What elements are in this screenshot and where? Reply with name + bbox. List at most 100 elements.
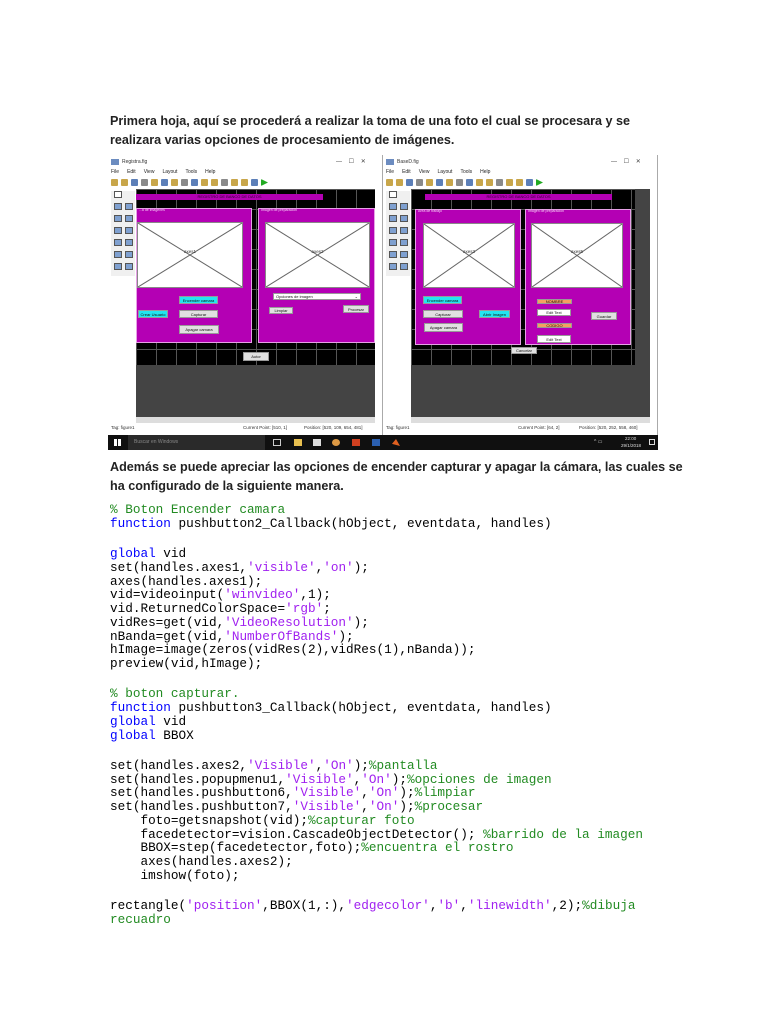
code-comment: %dibuja — [582, 898, 636, 913]
code-text: ); — [338, 628, 354, 644]
code-text: set(handles.pushbutton7, — [110, 799, 293, 814]
codigo-edit-text[interactable]: Edit Text — [537, 335, 571, 343]
toolbar[interactable] — [386, 179, 543, 188]
code-text: BBOX — [155, 727, 194, 743]
opciones-imagen-popup[interactable]: Opciones de imagen ⌄ — [273, 293, 361, 300]
explain-line: Además se puede apreciar las opciones de… — [110, 460, 683, 474]
notifications-icon[interactable] — [649, 439, 655, 445]
store-icon[interactable] — [313, 439, 321, 446]
menu-file[interactable]: File — [386, 169, 394, 175]
code-string: 'Visible' — [247, 757, 316, 773]
code-text: pushbutton2_Callback(hObject, eventdata,… — [170, 515, 552, 531]
abrir-imagen-button[interactable]: Abrir Imagen — [479, 310, 510, 318]
encender-camara-button[interactable]: Encender camara — [179, 296, 218, 304]
file-explorer-icon[interactable] — [294, 439, 302, 446]
component-palette[interactable] — [386, 191, 410, 276]
menu-edit[interactable]: Edit — [127, 169, 136, 175]
code-text: BBOX=step(facedetector,foto); — [110, 840, 362, 856]
task-view-icon[interactable] — [273, 439, 281, 446]
component-palette[interactable] — [111, 191, 135, 276]
menu-bar: File Edit View Layout Tools Help — [386, 169, 490, 175]
menu-layout[interactable]: Layout — [162, 169, 177, 175]
axes5-placeholder: axes5 — [531, 223, 623, 288]
code-line: global vid — [110, 714, 643, 729]
status-tag: Tag: figure1 — [386, 425, 410, 430]
code-text: ,BBOX(1,:), — [262, 898, 347, 913]
apagar-camara-button[interactable]: Apagar camara — [424, 323, 463, 332]
code-text: set(handles.axes1, — [110, 559, 248, 575]
status-current-point: Current Point: [510, 1] — [243, 425, 288, 430]
code-line: nBanda=get(vid,'NumberOfBands'); — [110, 628, 643, 644]
code-line: axes(handles.axes2); — [110, 855, 643, 869]
menu-layout[interactable]: Layout — [437, 169, 452, 175]
explain-line: ha configurado de la siguiente manera. — [110, 478, 344, 493]
code-comment: % boton capturar. — [110, 686, 240, 702]
toolbar[interactable] — [111, 179, 268, 188]
windows-start-icon[interactable] — [114, 439, 121, 446]
cancelar-button[interactable]: Cancelar — [511, 347, 537, 354]
chrome-icon[interactable] — [332, 439, 340, 446]
code-line: hImage=image(zeros(vidRes(2),vidRes(1),n… — [110, 643, 643, 657]
limpiar-button[interactable]: Limpiar — [269, 307, 293, 314]
chevron-down-icon: ⌄ — [354, 294, 358, 299]
app-icon — [111, 159, 119, 165]
window-title: BaseD.fig — [397, 159, 419, 165]
menu-view[interactable]: View — [144, 169, 155, 175]
menu-help[interactable]: Help — [480, 169, 490, 175]
word-icon[interactable] — [372, 439, 380, 446]
run-icon — [261, 179, 268, 186]
code-text: ); — [353, 559, 369, 575]
procesar-button[interactable]: Procesar — [343, 305, 369, 313]
menu-file[interactable]: File — [111, 169, 119, 175]
nombre-label: NOMBRE — [537, 299, 572, 304]
explain-paragraph: Además se puede apreciar las opciones de… — [110, 458, 683, 495]
code-line: vid=videoinput('winvideo',1); — [110, 588, 643, 602]
guide-window-based: BaseD.fig — ☐ ✕ File Edit View Layout Tools H… — [383, 155, 658, 435]
powerpoint-icon[interactable] — [352, 439, 360, 446]
window-controls[interactable]: — ☐ ✕ — [336, 158, 366, 165]
menu-tools[interactable]: Tools — [460, 169, 472, 175]
code-text: set(handles.axes2, — [110, 757, 248, 773]
capturar-button[interactable]: Capturar — [423, 310, 463, 318]
guardar-button[interactable]: Guardar — [591, 312, 617, 320]
autor-button[interactable]: Autor — [243, 352, 269, 361]
window-controls[interactable]: — ☐ ✕ — [611, 158, 641, 165]
encender-camara-button[interactable]: Encender camara — [423, 296, 462, 304]
clock-date: 29/1/2018 — [621, 443, 642, 448]
code-text: ,2); — [551, 898, 583, 913]
menu-view[interactable]: View — [419, 169, 430, 175]
nombre-edit-text[interactable]: Edit Text — [537, 309, 571, 316]
code-text: ); — [353, 757, 369, 773]
horizontal-scrollbar[interactable] — [411, 417, 650, 423]
capturar-button[interactable]: Capturar — [179, 310, 218, 318]
code-text: set(handles.popupmenu1, — [110, 771, 286, 787]
crear-usuario-button[interactable]: Crear Usuario — [138, 310, 168, 318]
menu-tools[interactable]: Tools — [185, 169, 197, 175]
taskbar-search-input[interactable]: Buscar en Windows — [128, 435, 265, 450]
horizontal-scrollbar[interactable] — [136, 417, 375, 423]
axes1-placeholder: axes1 — [137, 222, 243, 288]
apagar-camara-button[interactable]: Apagar camara — [179, 325, 219, 334]
code-string: 'rgb' — [285, 601, 324, 616]
menu-edit[interactable]: Edit — [402, 169, 411, 175]
matlab-icon[interactable] — [392, 439, 400, 446]
code-line: set(handles.pushbutton7,'Visible','On');… — [110, 800, 643, 814]
code-string: 'On' — [368, 799, 400, 814]
code-string: 'NumberOfBands' — [224, 628, 339, 644]
code-text: ; — [323, 601, 331, 616]
intro-line: Primera hoja, aquí se procederá a realiz… — [110, 114, 631, 128]
code-string: 'on' — [323, 559, 354, 575]
code-line: vid.ReturnedColorSpace='rgb'; — [110, 602, 643, 616]
code-text: facedetector=vision.CascadeObjectDetecto… — [110, 826, 484, 842]
code-comment: %encuentra el rostro — [361, 840, 514, 856]
code-text: vidRes=get(vid, — [110, 614, 225, 630]
guide-screenshot: Registra.fig — ☐ ✕ File Edit View Layout Too… — [108, 155, 658, 450]
matlab-code-block: % Boton Encender camara function pushbutt… — [110, 503, 643, 927]
code-line: axes(handles.axes1); — [110, 574, 643, 589]
menu-help[interactable]: Help — [205, 169, 215, 175]
tray-icons[interactable]: ^ ▭ — [594, 439, 602, 445]
code-text: hImage=image(zeros(vidRes(2),vidRes(1),n… — [110, 642, 476, 658]
